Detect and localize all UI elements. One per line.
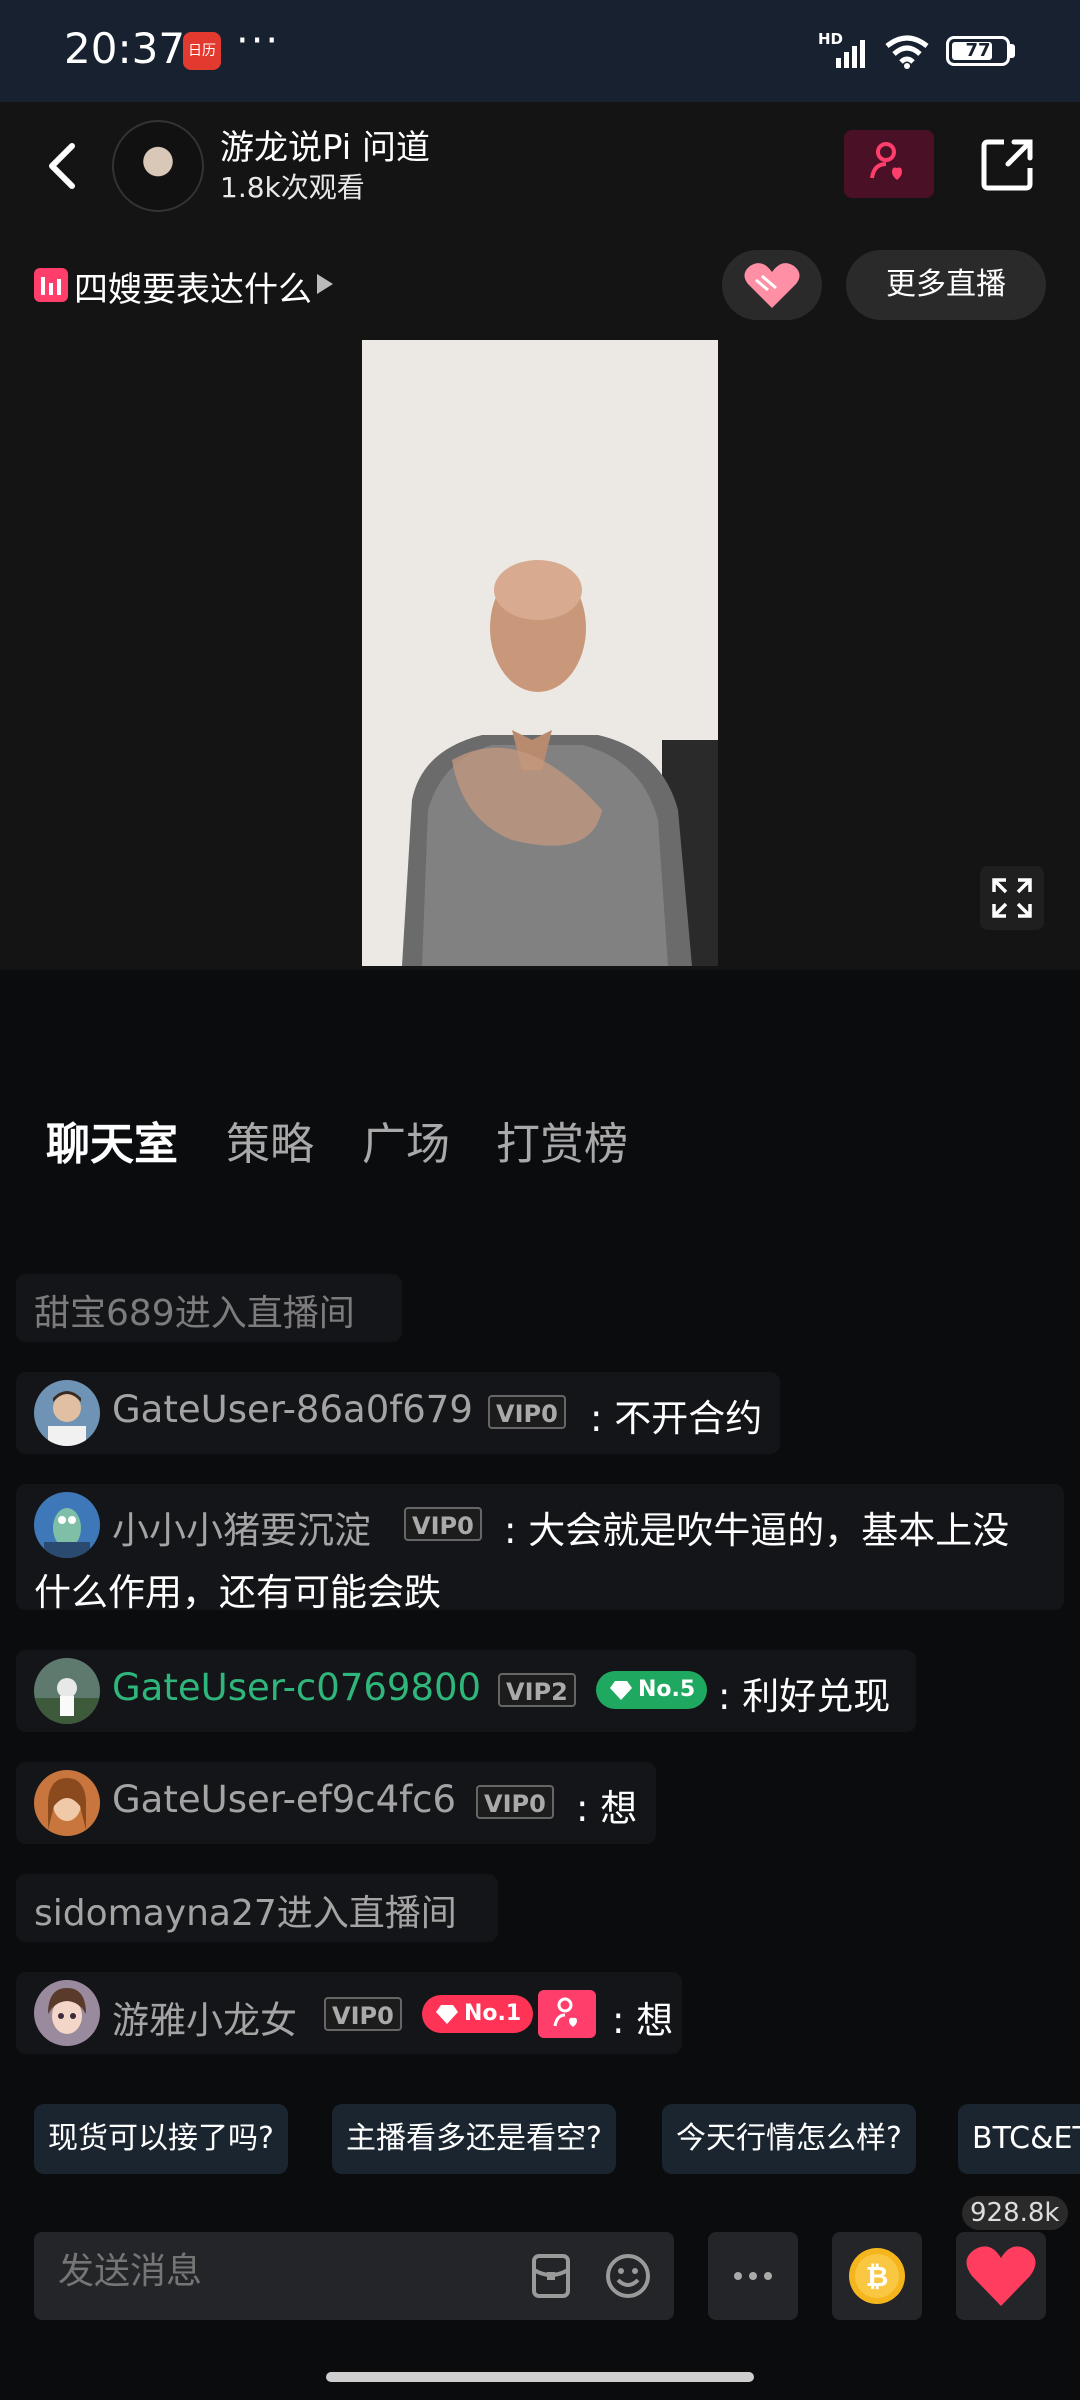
follow-person-heart-icon — [870, 142, 902, 180]
rank-badge: No.1 — [422, 1995, 534, 2033]
heart-icon — [966, 2246, 1036, 2306]
user-avatar[interactable] — [34, 1658, 100, 1724]
streamer-video-frame — [362, 340, 718, 966]
more-options-button[interactable] — [708, 2232, 798, 2320]
rank-badge-label: No.5 — [638, 1677, 696, 1702]
chat-username[interactable]: 游雅小龙女 — [112, 1990, 297, 2044]
chat-username[interactable]: GateUser-ef9c4fc6 — [112, 1778, 456, 1821]
tab-chat-room[interactable]: 聊天室 — [46, 1108, 178, 1172]
user-avatar[interactable] — [34, 1380, 100, 1446]
message-input[interactable] — [56, 2250, 500, 2293]
audio-bars-icon — [34, 268, 68, 302]
diamond-heart-icon — [610, 1681, 632, 1700]
home-indicator[interactable] — [326, 2372, 754, 2382]
handshake-heart-icon — [744, 263, 800, 308]
vip-badge: VIP0 — [324, 1997, 402, 2031]
user-avatar[interactable] — [34, 1980, 100, 2046]
chat-text: : 想 — [612, 1999, 674, 2042]
bitcoin-coin-icon: ₿ — [849, 2248, 905, 2304]
viewer-count: 1.8k次观看 — [220, 171, 365, 204]
chat-username[interactable]: GateUser-c0769800 — [112, 1666, 481, 1709]
user-avatar[interactable] — [34, 1492, 100, 1558]
tab-strategy[interactable]: 策略 — [226, 1108, 314, 1172]
user-avatar[interactable] — [34, 1770, 100, 1836]
tab-reward-board[interactable]: 打赏榜 — [496, 1108, 628, 1172]
status-time: 20:37 — [64, 24, 186, 73]
red-packet-icon[interactable] — [528, 2252, 574, 2300]
like-button[interactable] — [956, 2232, 1046, 2320]
tab-square[interactable]: 广场 — [362, 1108, 450, 1172]
streamer-avatar[interactable] — [112, 120, 204, 212]
fullscreen-icon[interactable] — [980, 866, 1044, 930]
svg-text:₿: ₿ — [866, 2260, 889, 2293]
share-icon[interactable] — [978, 134, 1038, 194]
quick-reply-chip[interactable]: 今天行情怎么样? — [662, 2104, 916, 2174]
follow-person-heart-icon — [553, 1997, 577, 2027]
calendar-app-icon: 日历 — [183, 32, 221, 70]
chat-text-continued: 什么作用，还有可能会跌 — [34, 1571, 441, 1614]
live-video[interactable] — [362, 340, 718, 966]
rank-badge-label: No.1 — [464, 2001, 522, 2026]
rank-badge: No.5 — [596, 1671, 708, 1709]
heart-gift-button[interactable] — [722, 250, 822, 320]
chat-text: : 不开合约 — [590, 1397, 763, 1440]
fan-badge — [538, 1990, 596, 2038]
quick-reply-chip[interactable]: 现货可以接了吗? — [34, 2104, 288, 2174]
wifi-icon — [885, 35, 929, 69]
enter-notice: sidomayna27进入直播间 — [34, 1893, 457, 1934]
live-topic[interactable]: 四嫂要表达什么 — [74, 262, 312, 311]
more-live-button[interactable]: 更多直播 — [846, 250, 1046, 320]
battery-cap — [1010, 44, 1015, 58]
streamer-name[interactable]: 游龙说Pi 问道 — [220, 120, 430, 169]
back-icon[interactable] — [38, 138, 88, 194]
chat-text: : 大会就是吹牛逼的，基本上没 — [504, 1509, 1010, 1552]
diamond-heart-icon — [436, 2005, 458, 2024]
tip-coin-button[interactable]: ₿ — [832, 2232, 922, 2320]
enter-notice: 甜宝689进入直播间 — [34, 1293, 355, 1334]
chat-username[interactable]: 小小小猪要沉淀 — [112, 1500, 371, 1554]
vip-badge: VIP2 — [498, 1673, 576, 1707]
more-dots-icon — [734, 2272, 772, 2280]
signal-icon — [836, 40, 865, 68]
vip-badge: VIP0 — [404, 1507, 482, 1541]
chat-text: : 想 — [576, 1787, 638, 1830]
like-count: 928.8k — [962, 2196, 1068, 2230]
chat-text: : 利好兑现 — [718, 1675, 891, 1718]
play-arrow-icon — [317, 274, 333, 294]
vip-badge: VIP0 — [476, 1785, 554, 1819]
battery-level: 77 — [965, 40, 991, 61]
quick-reply-chip[interactable]: BTC&ET — [958, 2104, 1080, 2174]
chat-username[interactable]: GateUser-86a0f679 — [112, 1388, 473, 1431]
more-notifications-icon: ··· — [236, 18, 281, 64]
battery-icon: 77 — [946, 36, 1010, 66]
follow-button[interactable] — [844, 130, 934, 198]
vip-badge: VIP0 — [488, 1395, 566, 1429]
quick-reply-chip[interactable]: 主播看多还是看空? — [332, 2104, 616, 2174]
emoji-icon[interactable] — [604, 2252, 652, 2300]
